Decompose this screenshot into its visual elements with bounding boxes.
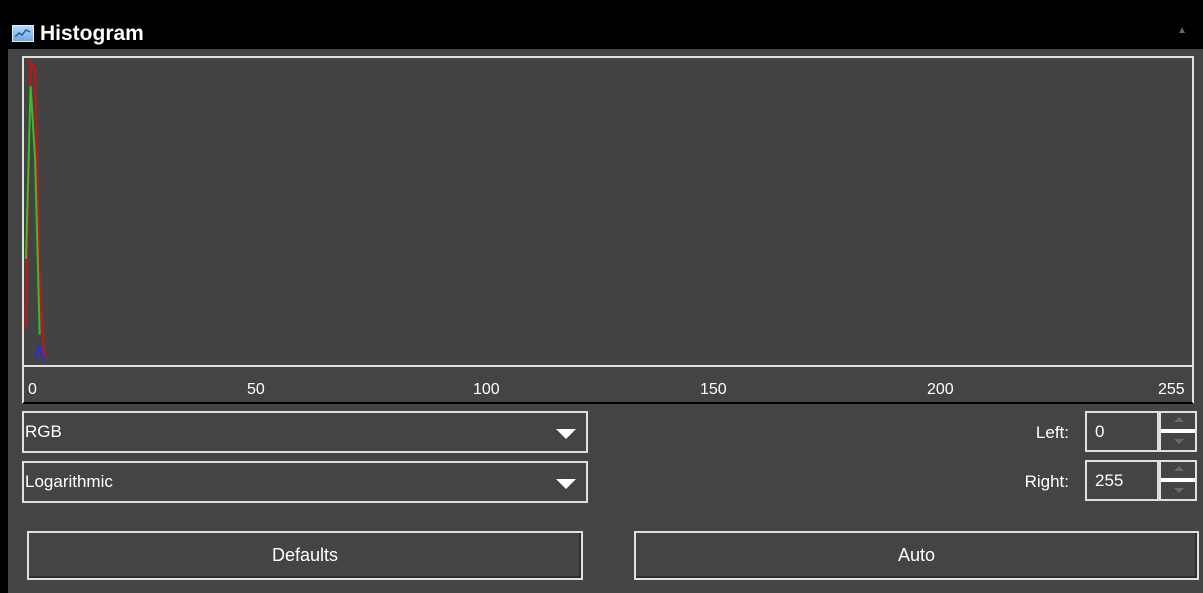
defaults-button[interactable]: Defaults bbox=[27, 531, 583, 580]
spin-up-icon[interactable] bbox=[1174, 417, 1184, 422]
panel-title: Histogram bbox=[40, 22, 144, 45]
right-spin-buttons[interactable] bbox=[1159, 460, 1197, 501]
right-value-input[interactable]: 255 bbox=[1085, 460, 1159, 501]
auto-button[interactable]: Auto bbox=[634, 531, 1199, 580]
collapse-arrow-icon[interactable]: ▲ bbox=[1177, 25, 1187, 36]
x-tick-label: 0 bbox=[28, 381, 37, 398]
x-tick-label: 100 bbox=[473, 381, 500, 398]
scale-select[interactable]: Logarithmic bbox=[22, 461, 588, 503]
left-spin-buttons[interactable] bbox=[1159, 411, 1197, 452]
spin-down-icon[interactable] bbox=[1174, 488, 1184, 493]
chevron-down-icon bbox=[556, 429, 576, 439]
histogram-icon bbox=[12, 25, 34, 42]
scale-select-value: Logarithmic bbox=[25, 472, 113, 491]
channel-select-value: RGB bbox=[25, 422, 62, 441]
x-tick-label: 150 bbox=[700, 381, 727, 398]
spin-divider bbox=[1161, 429, 1195, 433]
channel-select[interactable]: RGB bbox=[22, 411, 588, 453]
left-label: Left: bbox=[1035, 423, 1069, 442]
histogram-panel: Histogram ▲ 0 50 100 150 200 255 RGB Log… bbox=[8, 8, 1203, 593]
histogram-series-0 bbox=[25, 59, 46, 359]
left-value-input[interactable]: 0 bbox=[1085, 411, 1159, 452]
right-spinbox[interactable]: 255 bbox=[1085, 460, 1197, 501]
spin-divider bbox=[1161, 478, 1195, 482]
x-tick-label: 200 bbox=[927, 381, 954, 398]
title-bar: Histogram ▲ bbox=[8, 8, 1203, 49]
histogram-svg bbox=[25, 59, 46, 363]
x-axis: 0 50 100 150 200 255 bbox=[22, 367, 1194, 404]
chevron-down-icon bbox=[556, 479, 576, 489]
spin-down-icon[interactable] bbox=[1174, 439, 1184, 444]
x-tick-label: 255 bbox=[1158, 381, 1185, 398]
histogram-plot[interactable] bbox=[22, 56, 1194, 367]
right-label: Right: bbox=[1024, 472, 1069, 491]
spin-up-icon[interactable] bbox=[1174, 466, 1184, 471]
left-spinbox[interactable]: 0 bbox=[1085, 411, 1197, 452]
x-tick-label: 50 bbox=[247, 381, 265, 398]
